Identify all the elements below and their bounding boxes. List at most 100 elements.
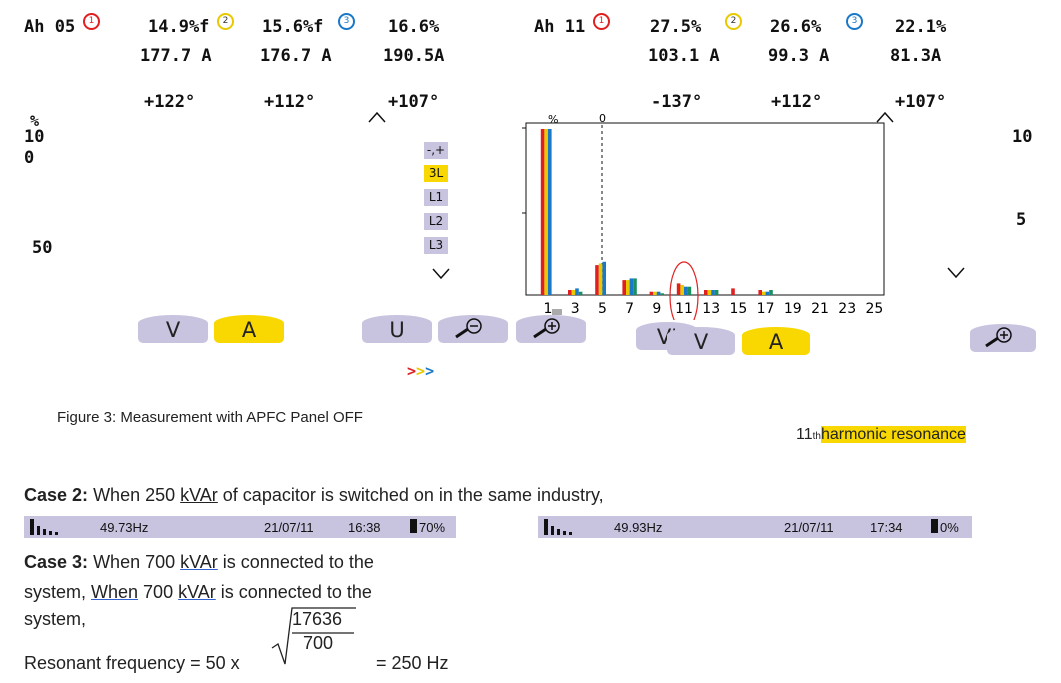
u-button[interactable]: U	[362, 315, 432, 343]
x-tick-label: 11	[675, 301, 693, 317]
bar-h7-s4	[633, 278, 637, 295]
bar-h7-s3	[629, 278, 634, 295]
arrow-1: >	[407, 362, 417, 380]
bar-h13-s1	[704, 290, 708, 295]
case3-line2: system, When 700 kVAr is connected to th…	[24, 582, 372, 603]
left-angle-l3: +107°	[388, 92, 440, 112]
x-tick-label: 23	[838, 301, 856, 317]
left-angle-l1: +122°	[144, 92, 196, 112]
phase-3-icon: 3	[338, 13, 355, 30]
status-time: 17:34	[870, 520, 903, 535]
case2-line: Case 2: When 250 kVAr of capacitor is sw…	[24, 485, 604, 506]
case3-l2-when: When	[91, 582, 139, 602]
status-date: 21/07/11	[264, 520, 314, 535]
bar-h17-s2	[762, 291, 766, 295]
phase-3-icon: 3	[846, 13, 863, 30]
status-time: 16:38	[348, 520, 381, 535]
left-harmonic-label: Ah 05	[24, 17, 76, 37]
scroll-down-icon[interactable]	[947, 267, 965, 279]
side-menu-item-l1[interactable]: L1	[424, 189, 448, 206]
case3-l1-b: is connected to the	[217, 552, 374, 572]
bar-h3-s3	[575, 288, 579, 295]
bar-h5-s3	[602, 261, 606, 295]
scroll-up-icon[interactable]	[368, 111, 386, 123]
case2-label: Case 2:	[24, 485, 89, 505]
chart-cursor-label: 0	[599, 112, 606, 125]
bar-h11-s1	[676, 283, 681, 295]
formula-rhs: = 250 Hz	[376, 653, 449, 673]
case3-l2-a: system,	[24, 582, 92, 602]
side-menu-item-l2[interactable]: L2	[424, 213, 448, 230]
battery-icon	[410, 519, 417, 533]
left-pct-l3: 16.6%	[388, 17, 440, 37]
bar-h9-s4	[660, 293, 664, 295]
voltage-button[interactable]: V	[138, 315, 208, 343]
bar-h9-s1	[649, 291, 654, 295]
resonance-annotation: 11thharmonic resonance	[796, 426, 966, 444]
signal-icon	[544, 519, 574, 535]
status-frequency: 49.93Hz	[614, 520, 663, 535]
battery-icon	[931, 519, 938, 533]
bar-h17-s1	[758, 290, 762, 295]
status-battery: 70%	[419, 520, 446, 535]
zoom-in-button[interactable]	[970, 324, 1036, 352]
phase-1-icon: 1	[593, 13, 610, 30]
zoom-in-icon	[985, 327, 1012, 348]
left-amps-l3: 190.5A	[383, 46, 445, 66]
zoom-out-button[interactable]	[438, 315, 508, 343]
left-angle-l2: +112°	[264, 92, 316, 112]
bar-h15-s1	[731, 288, 735, 295]
left-amps-l2: 176.7 A	[260, 46, 332, 66]
case3-l2-b: 700	[138, 582, 179, 602]
right-pct-l2: 26.6%	[770, 17, 822, 37]
bar-h1-s3	[548, 129, 552, 295]
phase-arrows: >>>	[407, 362, 434, 380]
bar-h7-s2	[626, 280, 630, 295]
phase-2-icon: 2	[217, 13, 234, 30]
scale-top: 10	[24, 127, 45, 147]
x-tick-label: 21	[811, 301, 829, 317]
case3-l2-kvar: kVAr	[178, 582, 216, 602]
left-pct-l1: 14.9%f	[148, 17, 210, 37]
figure-caption: Figure 3: Measurement with APFC Panel OF…	[57, 409, 363, 426]
phase-2-icon: 2	[725, 13, 742, 30]
status-frequency: 49.73Hz	[100, 520, 149, 535]
bar-h11-s3	[684, 286, 688, 295]
side-menu-item-l3[interactable]: L3	[424, 237, 448, 254]
scroll-down-icon[interactable]	[432, 268, 450, 280]
bar-h3-s4	[578, 291, 583, 295]
side-menu-item-3l[interactable]: 3L	[424, 165, 448, 182]
case3-line3: system,	[24, 609, 87, 629]
x-tick-label: 17	[757, 301, 775, 317]
bar-h5-s1	[595, 265, 599, 295]
current-button[interactable]: A	[214, 315, 284, 343]
arrow-2: >	[416, 362, 426, 380]
chart-x-ticks: 1 3 5 7 9 11 13 15 17 19 21 23 25	[544, 301, 884, 317]
x-tick-label: 5	[598, 301, 607, 317]
x-tick-label: 3	[571, 301, 580, 317]
bar-h17-s3	[765, 291, 770, 295]
status-battery: 0%	[940, 520, 959, 535]
case2-kvar: kVAr	[180, 485, 218, 505]
side-menu-item-sign[interactable]: -,+	[424, 142, 448, 159]
x-tick-label: 25	[865, 301, 883, 317]
case3-l1-kvar: kVAr	[180, 552, 218, 572]
right-pct-l1: 27.5%	[650, 17, 702, 37]
current-button[interactable]: A	[742, 327, 810, 355]
scale-mid: 50	[32, 238, 53, 258]
formula-lhs: Resonant frequency = 50 x	[24, 653, 240, 673]
annotation-number: 11	[796, 426, 813, 443]
bar-h13-s3	[711, 290, 715, 295]
bar-h7-s1	[622, 280, 626, 295]
zoom-out-icon	[455, 318, 482, 339]
voltage-button[interactable]: V	[667, 327, 735, 355]
scale-zero: 0	[24, 148, 35, 168]
right-angle-l3: +107°	[895, 92, 947, 112]
case3-label: Case 3:	[24, 552, 89, 572]
bar-h11-s2	[680, 285, 684, 295]
right-amps-l3: 81.3A	[890, 46, 942, 66]
chart-frame	[525, 122, 885, 296]
bar-h3-s1	[568, 290, 572, 295]
harmonic-chart: % 0 1 3 5 7 9 11 13 15 17 19 21 23 25	[522, 112, 885, 320]
bar-h9-s3	[656, 291, 661, 295]
